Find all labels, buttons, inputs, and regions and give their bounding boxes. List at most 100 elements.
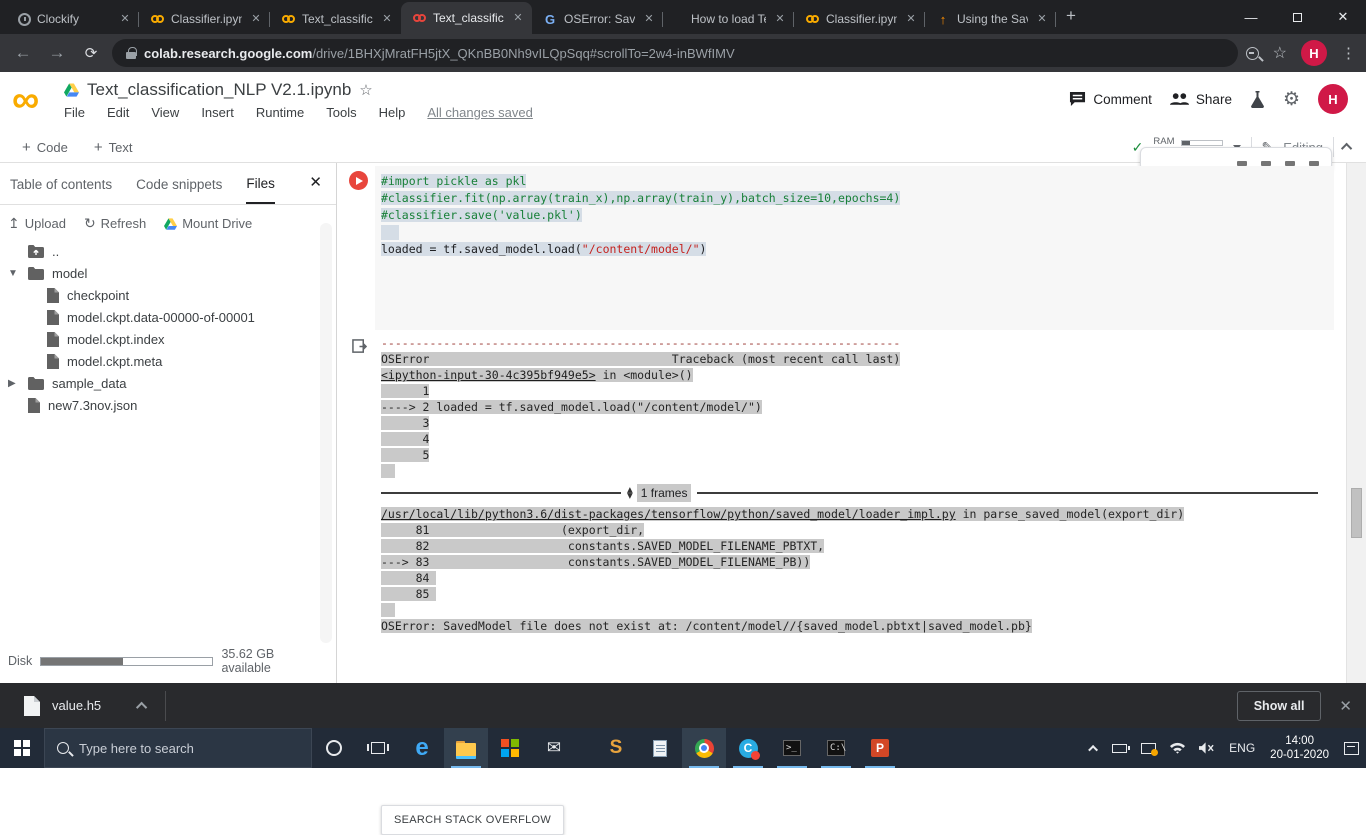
back-button[interactable]: ←	[10, 43, 36, 63]
upload-button[interactable]: ↥ Upload	[8, 215, 66, 232]
frames-count-label[interactable]: 1 frames	[636, 484, 692, 502]
address-bar[interactable]: colab.research.google.com/drive/1BHXjMra…	[112, 39, 1238, 67]
close-panel-icon[interactable]: ✕	[309, 173, 322, 191]
collapse-header-icon[interactable]	[1340, 142, 1353, 155]
traceback-link[interactable]: <ipython-input-30-4c395bf949e5>	[381, 368, 596, 382]
tree-item-model-ckpt-index[interactable]: model.ckpt.index	[0, 328, 336, 350]
download-item[interactable]: value.h5	[0, 683, 165, 728]
menu-item-tools[interactable]: Tools	[326, 105, 356, 120]
tab-close-icon[interactable]: ✕	[248, 11, 264, 27]
tray-expand-button[interactable]	[1084, 728, 1105, 768]
powerpoint-button[interactable]: P	[858, 728, 902, 768]
sidebar-tab-code-snippets[interactable]: Code snippets	[136, 165, 222, 203]
notebook-scrollbar[interactable]	[1346, 163, 1366, 683]
add-text-button[interactable]: + Text	[94, 139, 133, 156]
mail-button[interactable]: ✉	[532, 728, 576, 768]
account-avatar[interactable]: H	[1318, 84, 1348, 114]
notepad-button[interactable]	[638, 728, 682, 768]
close-download-bar-icon[interactable]: ✕	[1339, 697, 1352, 715]
traceback-link[interactable]: /usr/local/lib/python3.6/dist-packages/t…	[381, 507, 956, 521]
tab-close-icon[interactable]: ✕	[117, 11, 133, 27]
start-button[interactable]	[0, 728, 44, 768]
microsoft-store-button[interactable]	[488, 728, 532, 768]
cast-indicator[interactable]	[1134, 728, 1163, 768]
tab-close-icon[interactable]: ✕	[510, 10, 526, 26]
browser-profile-avatar[interactable]: H	[1301, 40, 1327, 66]
sidebar-tab-files[interactable]: Files	[246, 164, 275, 204]
tab-close-icon[interactable]: ✕	[903, 11, 919, 27]
window-close-button[interactable]: ✕	[1320, 0, 1366, 34]
tree-item-sample-data[interactable]: ▶ sample_data	[0, 372, 336, 394]
battery-indicator[interactable]	[1105, 728, 1134, 768]
forward-button[interactable]: →	[44, 43, 70, 63]
search-stack-overflow-button[interactable]: SEARCH STACK OVERFLOW	[381, 805, 565, 835]
show-all-button[interactable]: Show all	[1236, 690, 1322, 721]
volume-indicator[interactable]	[1192, 728, 1222, 768]
sidebar-tab-table-of-contents[interactable]: Table of contents	[10, 165, 112, 203]
window-minimize-button[interactable]: —	[1228, 0, 1274, 34]
code-editor[interactable]: #import pickle as pkl #classifier.fit(np.…	[375, 166, 1334, 330]
menu-item-edit[interactable]: Edit	[107, 105, 129, 120]
browser-tab[interactable]: Text_classificat ✕	[401, 2, 532, 34]
chrome-button[interactable]	[682, 728, 726, 768]
menu-item-insert[interactable]: Insert	[201, 105, 234, 120]
chevron-down-icon[interactable]: ▼	[8, 268, 20, 279]
terminal-button[interactable]: >_	[770, 728, 814, 768]
download-options-icon[interactable]	[136, 697, 148, 715]
tree-item---[interactable]: ..	[0, 240, 336, 262]
browser-tab[interactable]: Classifier.ipynb ✕	[139, 4, 270, 34]
tree-item-model[interactable]: ▼ model	[0, 262, 336, 284]
tree-item-checkpoint[interactable]: checkpoint	[0, 284, 336, 306]
browser-tab[interactable]: ↑ Using the Save ✕	[925, 4, 1056, 34]
file-explorer-button[interactable]	[444, 728, 488, 768]
reload-button[interactable]: ⟳	[78, 44, 104, 62]
menu-item-help[interactable]: Help	[379, 105, 406, 120]
tab-close-icon[interactable]: ✕	[641, 11, 657, 27]
flask-icon[interactable]	[1250, 90, 1265, 108]
menu-item-runtime[interactable]: Runtime	[256, 105, 304, 120]
tab-close-icon[interactable]: ✕	[1034, 11, 1050, 27]
window-restore-button[interactable]	[1274, 0, 1320, 34]
browser-menu-icon[interactable]: ⋮	[1341, 44, 1356, 62]
wifi-indicator[interactable]	[1163, 728, 1192, 768]
share-button[interactable]: Share	[1169, 92, 1232, 107]
notebook-title[interactable]: Text_classification_NLP V2.1.ipynb	[87, 80, 351, 100]
terminal-admin-button[interactable]: C:\	[814, 728, 858, 768]
tree-item-model-ckpt-data-00000-of-00001[interactable]: model.ckpt.data-00000-of-00001	[0, 306, 336, 328]
new-tab-button[interactable]: +	[1058, 4, 1084, 30]
browser-tab[interactable]: Classifier.ipynb ✕	[794, 4, 925, 34]
comment-button[interactable]: Comment	[1069, 91, 1152, 107]
browser-tab[interactable]: Text_classificati ✕	[270, 4, 401, 34]
zoom-icon[interactable]	[1245, 46, 1259, 60]
code-cell[interactable]: #import pickle as pkl #classifier.fit(np.…	[340, 166, 1334, 330]
browser-tab[interactable]: Clockify ✕	[8, 4, 139, 34]
settings-gear-icon[interactable]: ⚙	[1283, 88, 1300, 111]
language-indicator[interactable]: ENG	[1222, 728, 1262, 768]
task-view-button[interactable]	[356, 728, 400, 768]
tab-close-icon[interactable]: ✕	[772, 11, 788, 27]
sublime-button[interactable]: S	[594, 728, 638, 768]
run-cell-button[interactable]	[349, 171, 368, 190]
clockify-app-button[interactable]: C	[726, 728, 770, 768]
star-notebook-icon[interactable]: ☆	[359, 81, 372, 99]
edge-button[interactable]: e	[400, 728, 444, 768]
browser-tab[interactable]: How to load Te ✕	[663, 4, 794, 34]
browser-tab[interactable]: G OSError: Save ✕	[532, 4, 663, 34]
tree-item-model-ckpt-meta[interactable]: model.ckpt.meta	[0, 350, 336, 372]
menu-item-view[interactable]: View	[151, 105, 179, 120]
bookmark-star-icon[interactable]: ☆	[1273, 43, 1287, 63]
chevron-right-icon[interactable]: ▶	[8, 378, 20, 389]
refresh-button[interactable]: ↻ Refresh	[84, 215, 146, 232]
tab-close-icon[interactable]: ✕	[379, 11, 395, 27]
taskbar-search-input[interactable]: Type here to search	[44, 728, 312, 768]
add-code-button[interactable]: + Code	[22, 139, 68, 156]
action-center-button[interactable]	[1337, 728, 1366, 768]
tree-item-new7-3nov-json[interactable]: new7.3nov.json	[0, 394, 336, 416]
scrollbar-thumb[interactable]	[1351, 488, 1362, 538]
sidebar-scrollbar[interactable]	[320, 223, 332, 643]
menu-item-file[interactable]: File	[64, 105, 85, 120]
cortana-button[interactable]	[312, 728, 356, 768]
taskbar-clock[interactable]: 14:00 20-01-2020	[1262, 734, 1337, 762]
frames-toggle-icon[interactable]: ▲ ▼	[627, 486, 633, 500]
mount-drive-button[interactable]: Mount Drive	[164, 216, 252, 231]
